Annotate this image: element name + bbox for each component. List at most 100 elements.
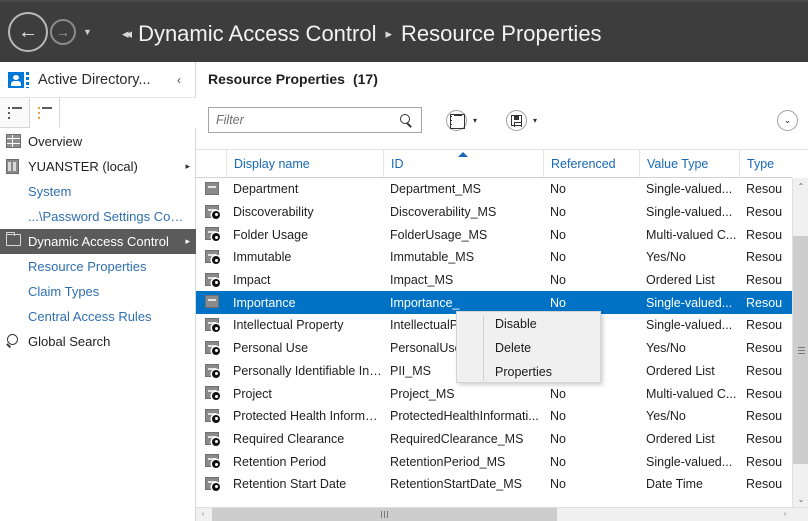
sidebar-item-dynamic-access-control[interactable]: Dynamic Access Control ▸ <box>0 229 196 254</box>
toolbar: ▾ ▾ ⌄ <box>196 96 808 150</box>
cell-id: Impact_MS <box>390 273 454 288</box>
cell-display-name: Retention Start Date <box>233 477 347 492</box>
property-disabled-icon <box>205 340 220 355</box>
table-row[interactable]: Retention Period RetentionPeriod_MS No Sing… <box>196 450 792 473</box>
view-chevron-down-icon[interactable]: ▾ <box>473 116 477 125</box>
cell-value-type: Single-valued... <box>646 295 733 310</box>
scroll-right-button[interactable]: › <box>778 508 792 521</box>
sidebar-item-label: Central Access Rules <box>28 309 152 324</box>
sidebar-item-overview[interactable]: Overview <box>0 129 196 154</box>
column-header-type[interactable]: Type <box>739 150 792 177</box>
sidebar-item-resource-properties[interactable]: Resource Properties <box>0 254 196 279</box>
table-header-row: Display name ID Referenced Value Type Ty… <box>196 150 792 178</box>
property-disabled-icon <box>205 318 220 333</box>
save-chevron-down-icon[interactable]: ▾ <box>533 116 537 125</box>
column-header-value-type[interactable]: Value Type <box>639 150 739 177</box>
server-icon <box>6 158 22 175</box>
sidebar-item-label: Resource Properties <box>28 259 147 274</box>
breadcrumb-separator-icon: ▸ <box>385 26 393 41</box>
save-options-group: ▾ <box>506 110 537 131</box>
context-menu-item-disable[interactable]: Disable <box>457 312 600 336</box>
breadcrumb-item-resource-properties[interactable]: Resource Properties <box>401 21 602 47</box>
page-title-text: Resource Properties <box>208 71 345 87</box>
sidebar-item-system[interactable]: System <box>0 179 196 204</box>
cell-value-type: Multi-valued C... <box>646 386 737 401</box>
property-disabled-icon <box>205 204 220 219</box>
table-row[interactable]: Folder Usage FolderUsage_MS No Multi-valued… <box>196 223 792 246</box>
table-row[interactable]: Impact Impact_MS No Ordered List Resou <box>196 269 792 292</box>
magnifier-icon[interactable] <box>396 113 416 127</box>
sidebar-item-label: Global Search <box>28 334 111 349</box>
folder-icon <box>6 231 22 250</box>
cell-id: RetentionStartDate_MS <box>390 477 523 492</box>
table-row[interactable]: Required Clearance RequiredClearance_MS No… <box>196 428 792 451</box>
chevron-down-icon[interactable]: ▼ <box>83 27 92 37</box>
table-row[interactable]: Protected Health Informati... ProtectedHe… <box>196 405 792 428</box>
cell-id: RetentionPeriod_MS <box>390 454 506 469</box>
cell-type: Resou <box>746 341 783 356</box>
context-menu-item-delete[interactable]: Delete <box>457 336 600 360</box>
scroll-up-button[interactable]: ⌃ <box>793 178 808 195</box>
cell-id: Project_MS <box>390 386 455 401</box>
column-header-display-name[interactable]: Display name <box>226 150 383 177</box>
cell-type: Resou <box>746 273 783 288</box>
cell-display-name: Folder Usage <box>233 227 309 242</box>
cell-referenced: No <box>550 227 566 242</box>
vertical-scrollbar[interactable]: ⌃ ⌄ <box>792 178 808 508</box>
cell-display-name: Discoverability <box>233 205 314 220</box>
vertical-scroll-thumb[interactable] <box>793 236 808 464</box>
cell-id: Department_MS <box>390 182 482 197</box>
save-icon[interactable] <box>506 110 527 131</box>
cell-type: Resou <box>746 477 783 492</box>
cell-type: Resou <box>746 363 783 378</box>
table-row[interactable]: Discoverability Discoverability_MS No Singl… <box>196 201 792 224</box>
table-row[interactable]: Project Project_MS No Multi-valued C... Reso… <box>196 382 792 405</box>
cell-display-name: Immutable <box>233 250 292 265</box>
cell-id: FolderUsage_MS <box>390 227 488 242</box>
chevron-right-icon[interactable]: ▸ <box>179 236 190 247</box>
forward-arrow-icon[interactable]: → <box>50 19 76 45</box>
table-row[interactable]: Immutable Immutable_MS No Yes/No Resou <box>196 246 792 269</box>
scrollbar-corner <box>792 508 808 521</box>
tree-view-tab[interactable] <box>30 98 60 128</box>
scroll-left-button[interactable]: ‹ <box>196 508 210 521</box>
scroll-down-button[interactable]: ⌄ <box>793 491 808 508</box>
sidebar-nav: Overview YUANSTER (local) ▸ System ...\P… <box>0 129 196 354</box>
sidebar-collapse-icon[interactable]: ‹ <box>168 73 190 87</box>
sidebar-item-claim-types[interactable]: Claim Types <box>0 279 196 304</box>
sidebar-item-central-access-rules[interactable]: Central Access Rules <box>0 304 196 329</box>
cell-value-type: Yes/No <box>646 409 686 424</box>
sidebar-item-label: System <box>28 184 72 199</box>
cell-value-type: Single-valued... <box>646 318 733 333</box>
cell-id: Discoverability_MS <box>390 205 497 220</box>
list-view-icon[interactable] <box>446 110 467 131</box>
navigation-arrows: ← → ▼ <box>8 12 92 52</box>
view-options-group: ▾ <box>446 110 477 131</box>
back-arrow-icon[interactable]: ← <box>8 12 48 52</box>
table-row[interactable]: Department Department_MS No Single-valued..… <box>196 178 792 201</box>
context-menu-item-properties[interactable]: Properties <box>457 360 600 384</box>
cell-display-name: Intellectual Property <box>233 318 344 333</box>
column-header-referenced[interactable]: Referenced <box>543 150 639 177</box>
breadcrumb: ◂◂ Dynamic Access Control ▸ Resource Pro… <box>122 14 602 54</box>
sidebar-item-label: Overview <box>28 134 83 149</box>
search-input[interactable] <box>209 112 396 128</box>
cell-referenced: No <box>550 182 566 197</box>
sidebar-item-global-search[interactable]: Global Search <box>0 329 196 354</box>
chevron-right-icon[interactable]: ▸ <box>179 161 190 172</box>
sidebar: Active Directory... ‹ Overview YUANSTER … <box>0 62 196 521</box>
cell-type: Resou <box>746 386 783 401</box>
breadcrumb-back-icon[interactable]: ◂◂ <box>122 26 132 42</box>
table-row[interactable]: Retention Start Date RetentionStartDate_M… <box>196 473 792 496</box>
cell-value-type: Date Time <box>646 477 703 492</box>
filter-field[interactable] <box>208 107 422 133</box>
list-view-tab[interactable] <box>0 98 30 127</box>
breadcrumb-item-dynamic-access-control[interactable]: Dynamic Access Control <box>138 21 376 47</box>
sidebar-item-password-settings-container[interactable]: ...\Password Settings Contai... <box>0 204 196 229</box>
property-disabled-icon <box>205 250 220 265</box>
cell-type: Resou <box>746 295 783 310</box>
sidebar-item-yuanster-local[interactable]: YUANSTER (local) ▸ <box>0 154 196 179</box>
horizontal-scrollbar[interactable]: ‹ › <box>196 507 808 521</box>
horizontal-scroll-thumb[interactable] <box>212 508 557 521</box>
expand-panel-chevron-down-icon[interactable]: ⌄ <box>777 110 798 131</box>
